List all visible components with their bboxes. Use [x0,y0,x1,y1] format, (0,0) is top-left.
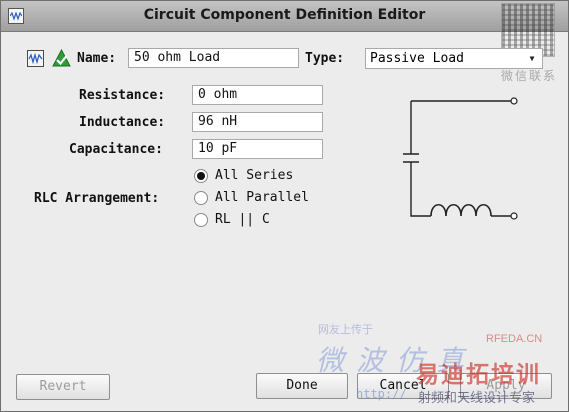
capacitance-field[interactable]: 10 pF [192,139,323,159]
resistance-field[interactable]: 0 ohm [192,85,323,105]
window-title: Circuit Component Definition Editor [143,7,426,23]
component-icon [27,50,44,67]
type-select-value: Passive Load [370,51,464,66]
name-label: Name: [77,51,117,66]
radio-button[interactable] [194,213,208,227]
schematic-wire-left-lower [410,162,431,217]
type-select[interactable]: Passive Load ▼ [365,48,543,69]
inductance-label: Inductance: [79,115,166,130]
inductance-field[interactable]: 96 nH [192,112,323,132]
title-bar[interactable]: Circuit Component Definition Editor [1,1,568,32]
radio-label: RL || C [215,212,270,227]
watermark-small-text: 网友上传于 [318,323,373,336]
radio-label: All Series [215,168,294,183]
terminal-bottom [510,212,518,220]
done-button[interactable]: Done [256,373,348,399]
editor-window: Circuit Component Definition Editor 微信联系… [0,0,569,412]
rlc-arrangement-label: RLC Arrangement: [34,191,160,206]
valid-check-icon [52,49,71,67]
watermark-site: RFEDA.CN [486,333,543,345]
apply-button[interactable]: Apply [460,373,552,399]
watermark-side-text: 微信联系 [501,69,558,83]
circuit-schematic [403,97,518,220]
revert-button[interactable]: Revert [16,374,110,400]
terminal-top [510,97,518,105]
cancel-button[interactable]: Cancel [357,373,449,399]
radio-label: All Parallel [215,190,309,205]
name-field[interactable]: 50 ohm Load [128,48,299,68]
inductor-symbol [430,203,492,217]
type-label: Type: [305,51,345,66]
radio-button[interactable] [194,169,208,183]
capacitor-symbol [403,153,419,163]
chevron-down-icon[interactable]: ▼ [524,49,540,68]
radio-button[interactable] [194,191,208,205]
capacitance-label: Capacitance: [69,142,163,157]
resistance-label: Resistance: [79,88,166,103]
